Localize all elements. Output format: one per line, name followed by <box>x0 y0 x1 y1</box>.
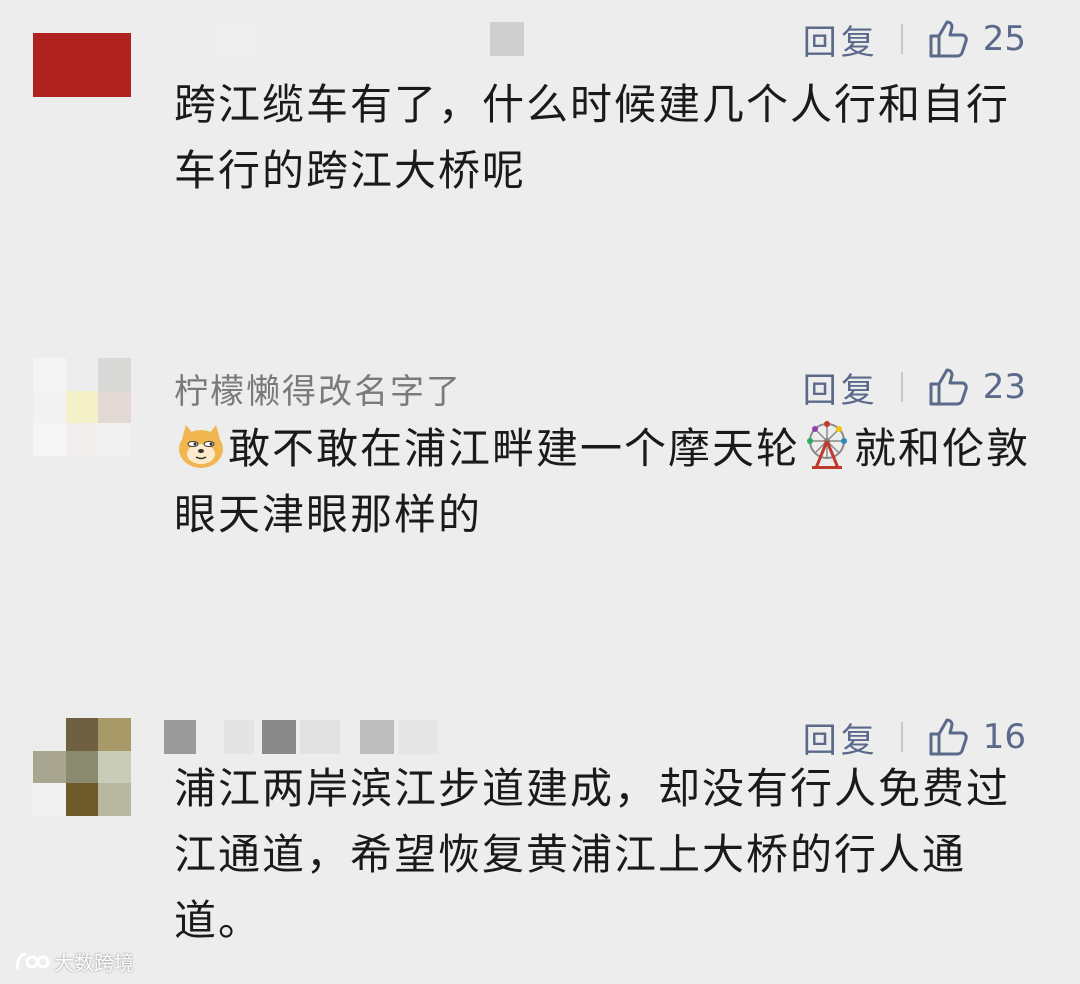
username-blurred <box>164 720 484 754</box>
thumbs-up-icon[interactable] <box>927 715 971 759</box>
reply-button[interactable]: 回复 <box>803 15 879 64</box>
reply-button[interactable]: 回复 <box>803 363 879 412</box>
reply-button[interactable]: 回复 <box>803 713 879 762</box>
watermark: 大数跨境 <box>14 947 134 976</box>
avatar[interactable] <box>33 718 131 816</box>
comment-actions: 回复 16 <box>803 712 1026 762</box>
thumbs-up-icon[interactable] <box>927 17 971 61</box>
comment-text: 敢不敢在浦江畔建一个摩天轮 就和伦敦眼天津眼那样的 <box>174 416 1034 548</box>
watermark-logo-icon <box>16 952 50 970</box>
comment-actions: 回复 23 <box>803 362 1026 412</box>
like-count: 25 <box>982 19 1026 59</box>
divider <box>900 24 903 54</box>
divider <box>900 722 903 752</box>
ferris-wheel-emoji-icon <box>807 421 848 469</box>
avatar[interactable] <box>33 358 131 456</box>
comment-text-part: 敢不敢在浦江畔建一个摩天轮 <box>228 424 801 473</box>
comment-text: 跨江缆车有了，什么时候建几个人行和自行车行的跨江大桥呢 <box>174 80 1011 195</box>
comment-list: 回复 25 跨江缆车有了，什么时候建几个人行和自行车行的跨江大桥呢 柠檬懒得改名… <box>0 0 1080 984</box>
username[interactable]: 柠檬懒得改名字了 <box>174 364 462 413</box>
doge-emoji-icon <box>179 425 223 468</box>
comment-actions: 回复 25 <box>803 14 1026 64</box>
comment-text: 浦江两岸滨江步道建成，却没有行人免费过江通道，希望恢复黄浦江上大桥的行人通道。 <box>174 764 1011 945</box>
watermark-text: 大数跨境 <box>54 951 134 975</box>
like-count: 16 <box>982 717 1026 757</box>
username-blurred <box>160 22 524 56</box>
divider <box>900 372 903 402</box>
avatar[interactable] <box>33 33 131 97</box>
thumbs-up-icon[interactable] <box>927 365 971 409</box>
like-count: 23 <box>982 367 1026 407</box>
